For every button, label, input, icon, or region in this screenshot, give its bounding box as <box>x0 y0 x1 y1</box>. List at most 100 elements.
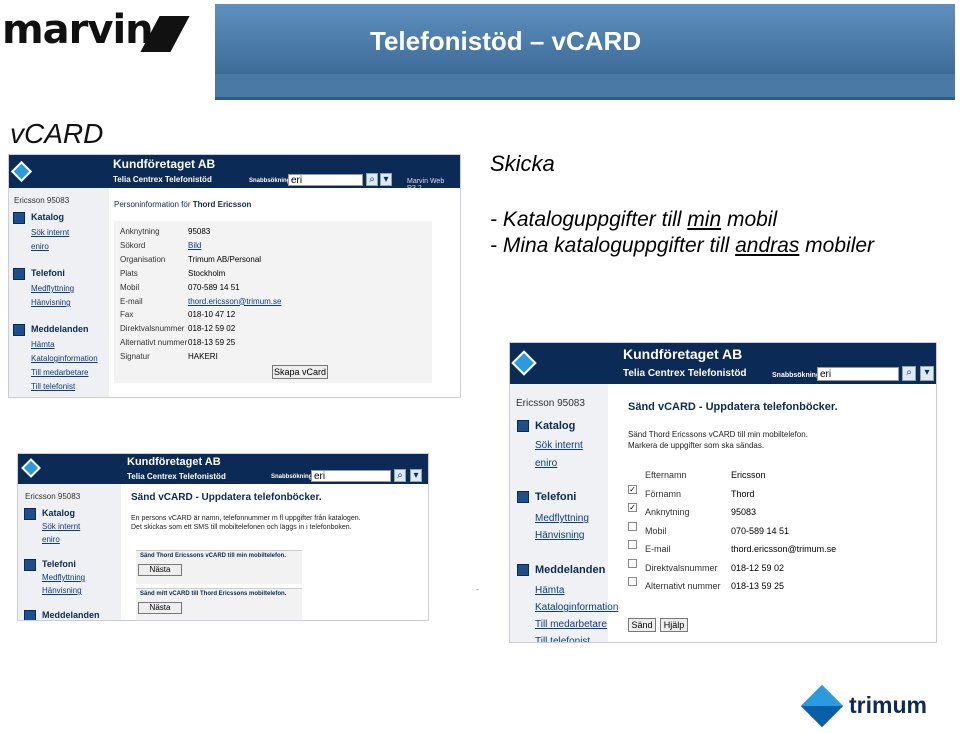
search-icon[interactable]: ⌕ <box>902 366 916 381</box>
chevron-down-icon[interactable]: ▾ <box>380 173 392 186</box>
sidebar: Ericsson 95083 Katalog Sök internt eniro… <box>510 384 618 642</box>
trimum-logo: trimum <box>800 684 943 730</box>
search-icon[interactable]: ⌕ <box>394 469 406 482</box>
bullet-1: - Kataloguppgifter till min mobil <box>490 208 778 231</box>
sidebar-item-sok-internt[interactable]: Sök internt <box>42 522 80 531</box>
quick-search-input[interactable] <box>311 470 391 482</box>
search-icon[interactable]: ⌕ <box>366 173 378 186</box>
skicka-heading: Skicka <box>490 151 555 176</box>
person-info-row: Anknytning 95083 <box>120 225 420 239</box>
sidebar-item-till-telefonist[interactable]: Till telefonist <box>31 382 75 391</box>
row-value: HAKERI <box>188 352 218 362</box>
sidebar-item-sok-internt[interactable]: Sök internt <box>31 228 69 237</box>
row-label: Signatur <box>120 352 150 362</box>
bullet-2: - Mina kataloguppgifter till andras mobi… <box>490 234 875 257</box>
sidebar-item-till-medarbetare[interactable]: Till medarbetare <box>31 368 89 377</box>
person-info-row: Signatur HAKERI <box>120 350 420 364</box>
row-value: 018-12 59 02 <box>188 324 236 334</box>
app-topbar: Kundföretaget AB Telia Centrex Telefonis… <box>9 155 460 192</box>
field-label: Alternativt nummer <box>645 581 721 591</box>
sidebar-item-hanvisning[interactable]: Hänvisning <box>535 530 584 541</box>
sidebar-item-eniro[interactable]: eniro <box>535 458 557 469</box>
sidebar-item-hamta[interactable]: Hämta <box>535 585 564 596</box>
chevron-down-icon[interactable]: ▾ <box>410 469 422 482</box>
field-label: Anknytning <box>645 507 690 517</box>
sidebar-item-hamta[interactable]: Hämta <box>31 340 55 349</box>
quick-search-input[interactable] <box>817 367 899 381</box>
slide-title: Telefonistöd – vCARD <box>370 26 642 56</box>
sidebar-item-eniro[interactable]: eniro <box>31 242 49 251</box>
section-heading: vCARD <box>10 118 104 149</box>
send-to-me-panel: Sänd Thord Ericssons vCARD till min mobi… <box>136 550 302 584</box>
field-row: ✓ Förnamn Thord <box>628 484 928 504</box>
row-label: Mobil <box>120 282 140 292</box>
send-title: Sänd vCARD - Uppdatera telefonböcker. <box>628 401 838 413</box>
person-info-row: E-mail thord.ericsson@trimum.se <box>120 295 420 309</box>
row-value[interactable]: Bild <box>188 239 201 253</box>
sidebar-item-medflyttning[interactable]: Medflyttning <box>31 284 74 293</box>
field-label: Mobil <box>645 525 667 536</box>
app-screenshot-send-vcard: Kundföretaget AB Telia Centrex Telefonis… <box>17 453 429 621</box>
row-label: Fax <box>120 310 134 320</box>
person-info-row: Fax 018-10 47 12 <box>120 308 420 322</box>
person-info-row: Direktvalsnummer 018-12 59 02 <box>120 322 420 336</box>
field-label: E-mail <box>645 544 671 554</box>
chevron-down-icon[interactable]: ▾ <box>920 366 934 381</box>
sidebar-item-hanvisning[interactable]: Hänvisning <box>31 298 71 307</box>
row-value: 95083 <box>188 227 211 236</box>
sidebar-item-till-medarbetare[interactable]: Till medarbetare <box>535 619 607 630</box>
app-topbar: Kundföretaget AB Telia Centrex Telefonis… <box>18 454 428 484</box>
sidebar: Ericsson 95083 Katalog Sök internt eniro… <box>18 484 121 620</box>
row-value: 070-589 14 51 <box>188 282 240 292</box>
row-value: 018-13 59 25 <box>188 338 236 348</box>
field-row: Direktvalsnummer 018-12 59 02 <box>628 558 928 578</box>
sidebar-item-eniro[interactable]: eniro <box>42 535 60 544</box>
field-row: E-mail thord.ericsson@trimum.se <box>628 540 928 559</box>
quick-search-input[interactable] <box>288 174 363 186</box>
person-info-row: Plats Stockholm <box>120 267 420 281</box>
field-checkbox[interactable]: ✓ <box>628 484 637 494</box>
sidebar-item-kataloginformation[interactable]: Kataloginformation <box>31 354 98 363</box>
field-label: Förnamn <box>645 488 682 499</box>
app-topbar: Kundföretaget AB Telia Centrex Telefonis… <box>510 343 936 384</box>
field-label: Efternamn <box>645 470 687 480</box>
row-label: Plats <box>120 268 138 278</box>
field-row: Efternamn Ericsson <box>628 466 928 485</box>
row-value: Stockholm <box>188 268 226 278</box>
field-value: thord.ericsson@trimum.se <box>731 544 837 554</box>
row-label: Sökord <box>120 240 146 250</box>
create-vcard-button[interactable]: Skapa vCard <box>272 365 328 379</box>
next-button-1[interactable]: Nästa <box>138 564 182 576</box>
app-logo-icon <box>21 458 41 478</box>
help-button[interactable]: Hjälp <box>660 618 688 632</box>
sidebar-item-till-telefonist[interactable]: Till telefonist <box>535 636 590 642</box>
field-row: ✓ Anknytning 95083 <box>628 503 928 522</box>
field-value: Thord <box>731 488 755 499</box>
field-checkbox[interactable] <box>628 521 637 531</box>
field-checkbox[interactable] <box>628 558 637 568</box>
app-logo-icon <box>10 160 33 183</box>
person-info-row: Mobil 070-589 14 51 <box>120 281 420 295</box>
field-value: Ericsson <box>731 470 766 480</box>
field-value: 018-12 59 02 <box>731 562 785 573</box>
person-info-row: Alternativt nummer 018-13 59 25 <box>120 336 420 350</box>
sidebar-item-hanvisning[interactable]: Hänvisning <box>42 586 82 595</box>
sidebar-item-medflyttning[interactable]: Medflyttning <box>42 573 85 582</box>
field-selection-list: Efternamn Ericsson ✓ Förnamn Thord ✓ Anknytnin… <box>628 466 928 596</box>
field-checkbox[interactable] <box>628 540 637 549</box>
row-label: Organisation <box>120 254 166 264</box>
field-value: 070-589 14 51 <box>731 525 790 536</box>
sidebar-item-medflyttning[interactable]: Medflyttning <box>535 513 589 524</box>
send-button[interactable]: Sänd <box>628 618 656 632</box>
row-value: 018-10 47 12 <box>188 310 236 320</box>
field-checkbox[interactable] <box>628 577 637 586</box>
person-info-table: Anknytning 95083 Sökord Bild Organisation Tri… <box>114 221 432 383</box>
sidebar-item-sok-internt[interactable]: Sök internt <box>535 440 583 451</box>
next-button-2[interactable]: Nästa <box>138 602 182 614</box>
send-mine-panel: Sänd mitt vCARD till Thord Ericssons mob… <box>136 588 302 620</box>
sidebar: Ericsson 95083 Katalog Sök internt eniro… <box>9 188 109 397</box>
field-checkbox[interactable]: ✓ <box>628 503 637 512</box>
sidebar-item-kataloginformation[interactable]: Kataloginformation <box>535 602 618 613</box>
row-value[interactable]: thord.ericsson@trimum.se <box>188 295 281 309</box>
app-screenshot-send-vcard-select: Kundföretaget AB Telia Centrex Telefonis… <box>509 342 937 643</box>
